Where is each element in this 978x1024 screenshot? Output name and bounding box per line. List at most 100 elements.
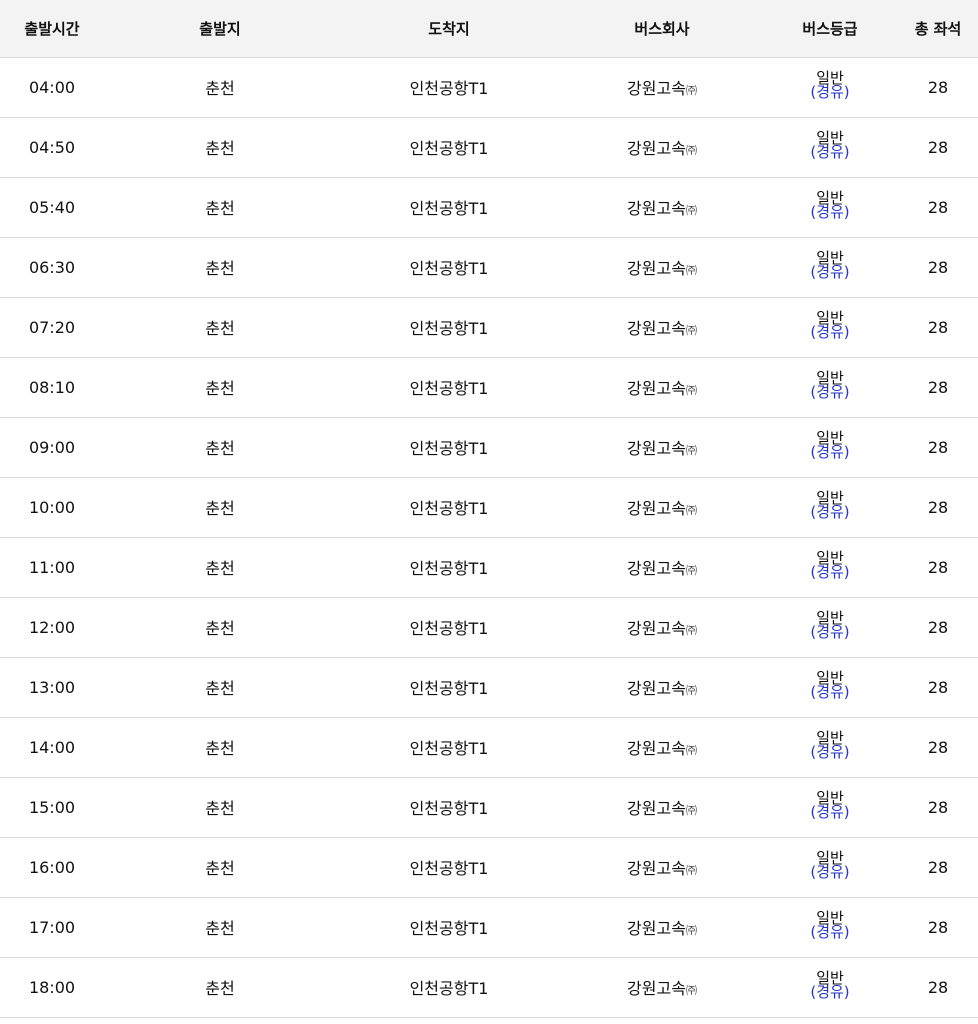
bus-grade: 일반 (경유) [810,491,850,521]
bus-schedule-table: 출발시간 출발지 도착지 버스회사 버스등급 총 좌석 04:00 춘천 인천공… [0,0,978,1018]
total-seats-cell: 28 [898,357,978,418]
departure-time-cell: 04:50 [0,117,104,178]
departure-time-cell: 12:00 [0,597,104,658]
bus-company-cell: 강원고속㈜ [562,57,762,118]
origin-cell: 춘천 [104,837,336,898]
header-departure-time: 출발시간 [0,0,104,58]
bus-grade-note: (경유) [810,683,850,701]
bus-grade-note: (경유) [810,743,850,761]
bus-grade-note: (경유) [810,263,850,281]
bus-company-cell: 강원고속㈜ [562,177,762,238]
bus-grade: 일반 (경유) [810,71,849,100]
destination-cell: 인천공항T1 [336,117,562,178]
table-body: 04:00 춘천 인천공항T1 강원고속㈜ 일반 (경유) 28 04:50 춘… [0,57,978,1018]
origin-cell: 춘천 [104,117,336,178]
bus-company-cell: 강원고속㈜ [562,777,762,838]
bus-grade: 일반 (경유) [810,611,849,640]
bus-grade-cell: 일반 (경유) [762,357,898,418]
header-total-seats: 총 좌석 [898,0,978,58]
bus-company-suffix: ㈜ [685,384,697,397]
bus-grade: 일반 (경유) [810,551,850,581]
bus-grade-cell: 일반 (경유) [762,477,898,538]
bus-grade-note: (경유) [810,443,850,461]
bus-grade: 일반 (경유) [810,371,850,401]
total-seats-cell: 28 [898,537,978,598]
bus-grade-note: (경유) [810,863,850,881]
departure-time-cell: 15:00 [0,777,104,838]
bus-company-cell: 강원고속㈜ [562,477,762,538]
departure-time-cell: 04:00 [0,57,104,118]
total-seats-cell: 28 [898,957,978,1018]
table-header: 출발시간 출발지 도착지 버스회사 버스등급 총 좌석 [0,0,978,58]
bus-company-cell: 강원고속㈜ [562,657,762,718]
header-bus-company: 버스회사 [562,0,762,58]
bus-company-name: 강원고속 [627,379,686,398]
bus-company-name: 강원고속 [627,859,686,878]
destination-cell: 인천공항T1 [336,537,562,598]
origin-cell: 춘천 [104,717,336,778]
departure-time-cell: 09:00 [0,417,104,478]
bus-company-cell: 강원고속㈜ [562,417,762,478]
bus-grade-note: (경유) [810,563,850,581]
bus-company-name: 강원고속 [627,199,686,218]
bus-company-suffix: ㈜ [685,744,697,757]
bus-company-suffix: ㈜ [685,84,697,97]
bus-company-suffix: ㈜ [685,204,697,217]
bus-grade-note: (경유) [810,203,850,221]
table-row: 06:30 춘천 인천공항T1 강원고속㈜ 일반 (경유) 28 [0,237,978,298]
header-destination: 도착지 [336,0,562,58]
table-row: 05:40 춘천 인천공항T1 강원고속㈜ 일반 (경유) 28 [0,177,978,238]
table-row: 18:00 춘천 인천공항T1 강원고속㈜ 일반 (경유) 28 [0,957,978,1018]
bus-grade: 일반 (경유) [810,131,849,160]
departure-time-cell: 08:10 [0,357,104,418]
table-row: 14:00 춘천 인천공항T1 강원고속㈜ 일반 (경유) 28 [0,717,978,778]
destination-cell: 인천공항T1 [336,837,562,898]
bus-grade-cell: 일반 (경유) [762,657,898,718]
departure-time-cell: 16:00 [0,837,104,898]
total-seats-cell: 28 [898,237,978,298]
origin-cell: 춘천 [104,357,336,418]
total-seats-cell: 28 [898,177,978,238]
bus-grade-cell: 일반 (경유) [762,417,898,478]
departure-time-cell: 17:00 [0,897,104,958]
origin-cell: 춘천 [104,297,336,358]
bus-grade-cell: 일반 (경유) [762,837,898,898]
destination-cell: 인천공항T1 [336,897,562,958]
bus-grade-note: (경유) [810,503,850,521]
origin-cell: 춘천 [104,957,336,1018]
destination-cell: 인천공항T1 [336,237,562,298]
bus-grade: 일반 (경유) [810,971,849,1000]
bus-grade: 일반 (경유) [810,191,850,221]
bus-company-name: 강원고속 [627,79,686,98]
bus-grade: 일반 (경유) [810,911,850,941]
bus-company-name: 강원고속 [627,679,686,698]
bus-company-suffix: ㈜ [685,624,697,637]
bus-grade-note: (경유) [810,383,850,401]
bus-grade-cell: 일반 (경유) [762,897,898,958]
total-seats-cell: 28 [898,117,978,178]
table-row: 04:50 춘천 인천공항T1 강원고속㈜ 일반 (경유) 28 [0,117,978,178]
bus-company-cell: 강원고속㈜ [562,717,762,778]
bus-grade-note: (경유) [810,923,850,941]
header-origin: 출발지 [104,0,336,58]
bus-grade-cell: 일반 (경유) [762,597,898,658]
bus-company-suffix: ㈜ [685,924,697,937]
bus-company-suffix: ㈜ [685,504,697,517]
bus-grade-cell: 일반 (경유) [762,57,898,118]
table-row: 04:00 춘천 인천공항T1 강원고속㈜ 일반 (경유) 28 [0,57,978,118]
bus-company-cell: 강원고속㈜ [562,117,762,178]
bus-company-name: 강원고속 [627,979,686,998]
bus-company-name: 강원고속 [627,559,686,578]
bus-grade: 일반 (경유) [810,731,850,761]
bus-company-name: 강원고속 [627,619,686,638]
destination-cell: 인천공항T1 [336,57,562,118]
bus-company-cell: 강원고속㈜ [562,357,762,418]
table-row: 16:00 춘천 인천공항T1 강원고속㈜ 일반 (경유) 28 [0,837,978,898]
bus-grade: 일반 (경유) [810,251,850,281]
bus-company-cell: 강원고속㈜ [562,297,762,358]
bus-grade: 일반 (경유) [810,311,849,340]
bus-grade-cell: 일반 (경유) [762,177,898,238]
bus-company-name: 강원고속 [627,439,686,458]
bus-grade-cell: 일반 (경유) [762,537,898,598]
bus-grade-cell: 일반 (경유) [762,297,898,358]
